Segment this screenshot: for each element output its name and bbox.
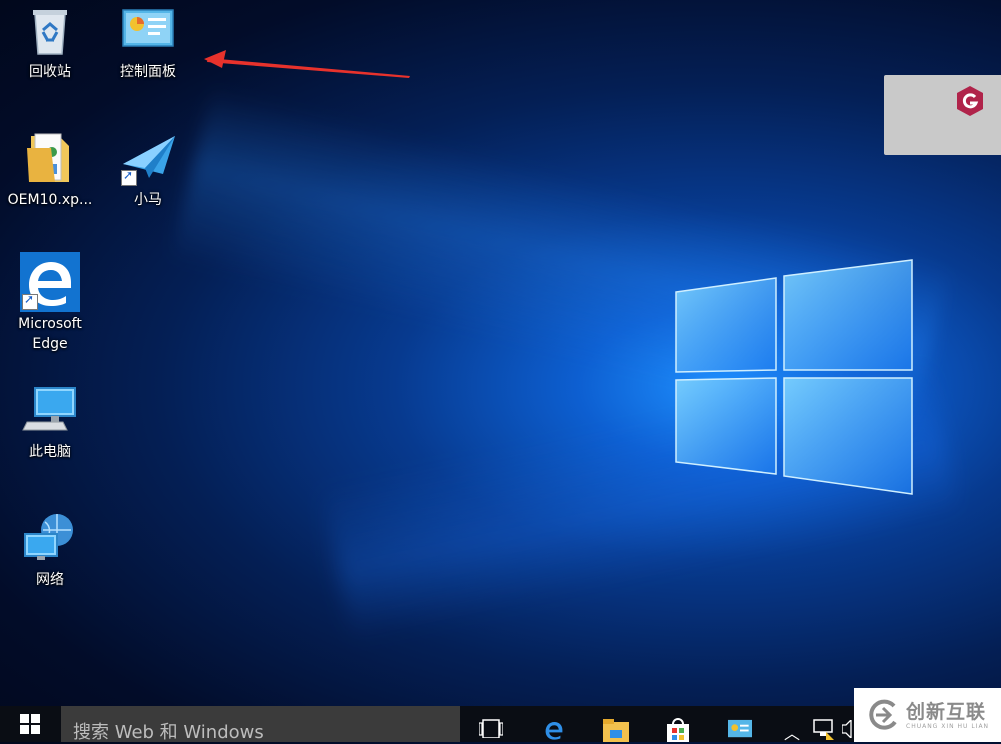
watermark-logo: 创新互联 CHUANG XIN HU LIAN (854, 688, 1001, 742)
desktop-icon-control-panel[interactable]: 控制面板 (100, 2, 196, 82)
chevron-up-icon[interactable]: ︿ (784, 720, 800, 744)
side-flyout-panel[interactable] (884, 75, 1001, 155)
desktop-icon-this-pc[interactable]: 此电脑 (2, 382, 98, 462)
desktop-icon-oem-folder[interactable]: OEM10.xp... (2, 130, 98, 210)
task-view-icon (479, 719, 503, 738)
desktop-icon-recycle-bin[interactable]: 回收站 (2, 2, 98, 82)
desktop-icon-label: Microsoft Edge (18, 316, 82, 352)
desktop-icon-microsoft-edge[interactable]: Microsoft Edge (2, 252, 98, 354)
desktop-icon-label: 网络 (36, 572, 64, 588)
desktop-icon-label: OEM10.xp... (7, 192, 93, 208)
desktop-icon-label: 此电脑 (29, 444, 71, 460)
watermark-swirl-icon (869, 699, 897, 730)
start-button[interactable] (0, 706, 60, 742)
taskbar-control-panel-button[interactable] (716, 706, 764, 742)
taskbar: 搜索 Web 和 Windows ︿ (0, 706, 1001, 744)
taskbar-edge-button[interactable] (530, 706, 578, 742)
shortcut-overlay-icon (22, 292, 38, 310)
taskbar-search-box[interactable]: 搜索 Web 和 Windows (61, 706, 460, 742)
taskbar-store-button[interactable] (654, 706, 702, 742)
desktop-icon-label: 控制面板 (120, 64, 176, 80)
volume-icon[interactable] (842, 720, 854, 738)
task-view-button[interactable] (467, 706, 515, 742)
file-explorer-icon (603, 719, 629, 742)
recycle-bin-icon (21, 2, 79, 60)
watermark-text: 创新互联 (906, 700, 987, 723)
computer-icon (21, 382, 79, 440)
network-icon[interactable] (812, 718, 834, 740)
edge-icon (20, 252, 80, 312)
control-panel-icon (119, 2, 177, 60)
taskbar-file-explorer-button[interactable] (592, 706, 640, 742)
shortcut-overlay-icon (121, 168, 137, 186)
annotation-arrow (204, 50, 410, 78)
windows-logo-wallpaper (675, 259, 913, 495)
control-panel-icon (728, 719, 752, 738)
paper-plane-icon (119, 130, 177, 188)
search-placeholder: 搜索 Web 和 Windows (73, 722, 264, 742)
desktop-icon-label: 回收站 (29, 64, 71, 80)
g-badge-icon[interactable] (956, 85, 984, 117)
windows-start-icon (20, 714, 40, 734)
folder-icon (21, 130, 79, 188)
store-icon (667, 718, 689, 742)
network-icon (21, 510, 79, 568)
desktop-icon-xiaoma[interactable]: 小马 (100, 130, 196, 210)
edge-icon (545, 722, 563, 740)
desktop-icon-network[interactable]: 网络 (2, 510, 98, 590)
desktop-icon-label: 小马 (134, 192, 162, 208)
watermark-subtext: CHUANG XIN HU LIAN (906, 722, 990, 730)
